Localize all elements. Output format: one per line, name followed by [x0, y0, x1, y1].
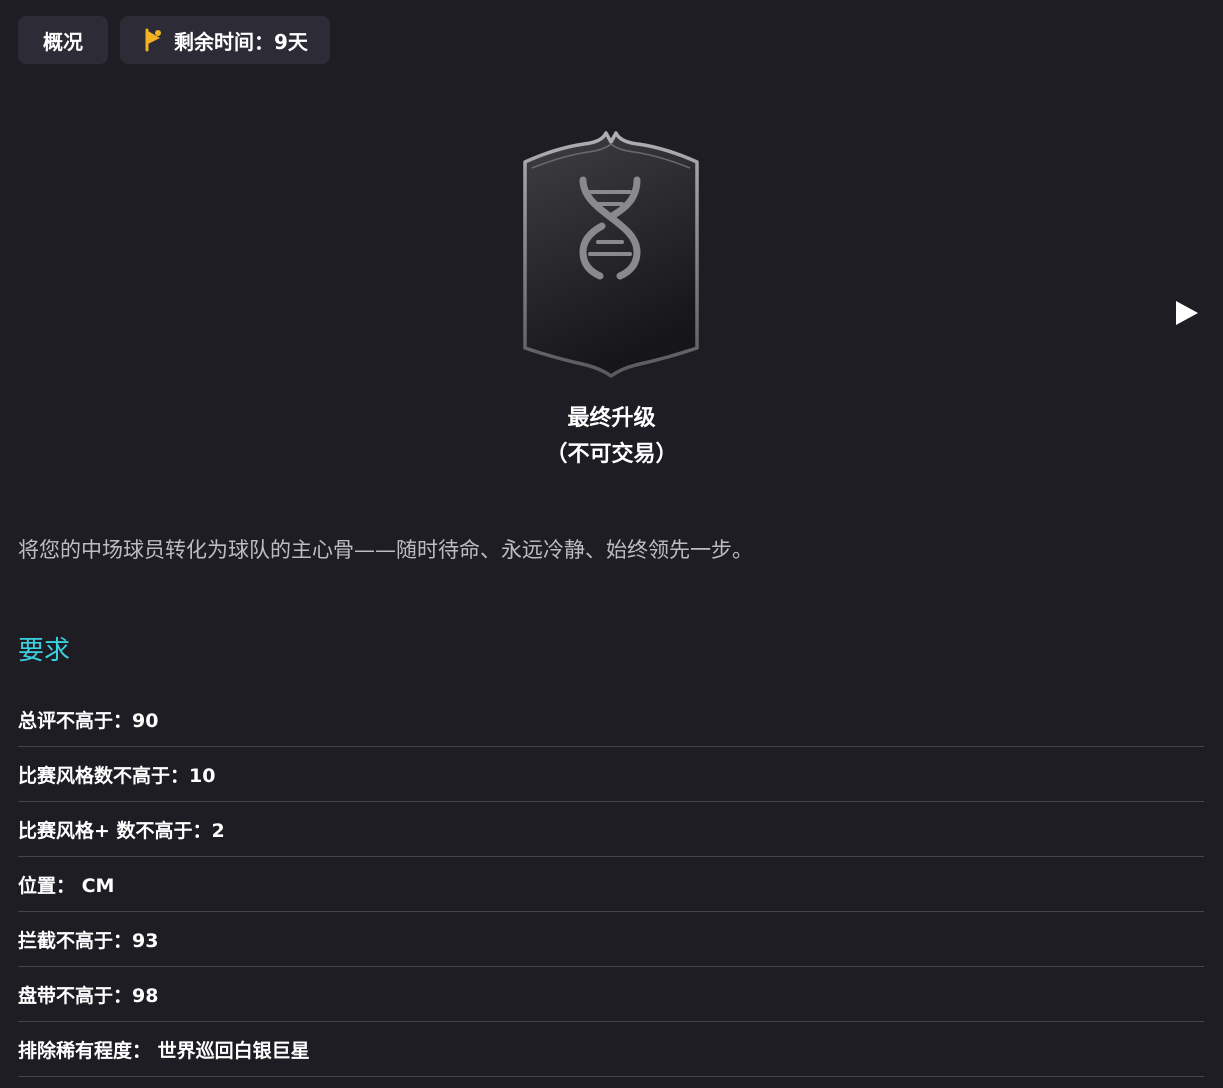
requirement-item: 拦截不高于：93: [18, 912, 1204, 967]
requirement-item: 盘带不高于：98: [18, 967, 1204, 1022]
requirement-item: 总评不高于：90: [18, 692, 1204, 747]
next-arrow-button[interactable]: [1172, 298, 1202, 328]
upgrade-title: 最终升级: [567, 406, 656, 431]
evolution-detail-page: 概况 剩余时间：9天 最终升级 （不可交易） 将您的中场球员转化为球队的主心骨—…: [0, 0, 1223, 1088]
requirement-item: 排除稀有程度： 世界巡回白银巨星: [18, 1022, 1204, 1077]
requirement-item: 位置： CM: [18, 857, 1204, 912]
requirement-item: 比赛风格+ 数不高于：2: [18, 802, 1204, 857]
play-arrow-icon: [1176, 301, 1198, 325]
upgrade-description: 将您的中场球员转化为球队的主心骨——随时待命、永远冷静、始终领先一步。: [18, 538, 753, 562]
flag-icon: [145, 28, 161, 52]
dna-shield-icon: [523, 131, 699, 378]
tab-overview-label: 概况: [43, 29, 83, 54]
requirements-list: 总评不高于：90 比赛风格数不高于：10 比赛风格+ 数不高于：2 位置： CM…: [18, 692, 1204, 1077]
upgrade-subtitle: （不可交易）: [545, 442, 678, 467]
time-remaining-badge: 剩余时间：9天: [120, 16, 330, 64]
requirements-heading: 要求: [18, 636, 71, 666]
tab-overview[interactable]: 概况: [18, 16, 108, 64]
time-remaining-label: 剩余时间：9天: [174, 29, 308, 54]
requirement-item: 比赛风格数不高于：10: [18, 747, 1204, 802]
top-tabs: 概况 剩余时间：9天: [18, 16, 330, 64]
